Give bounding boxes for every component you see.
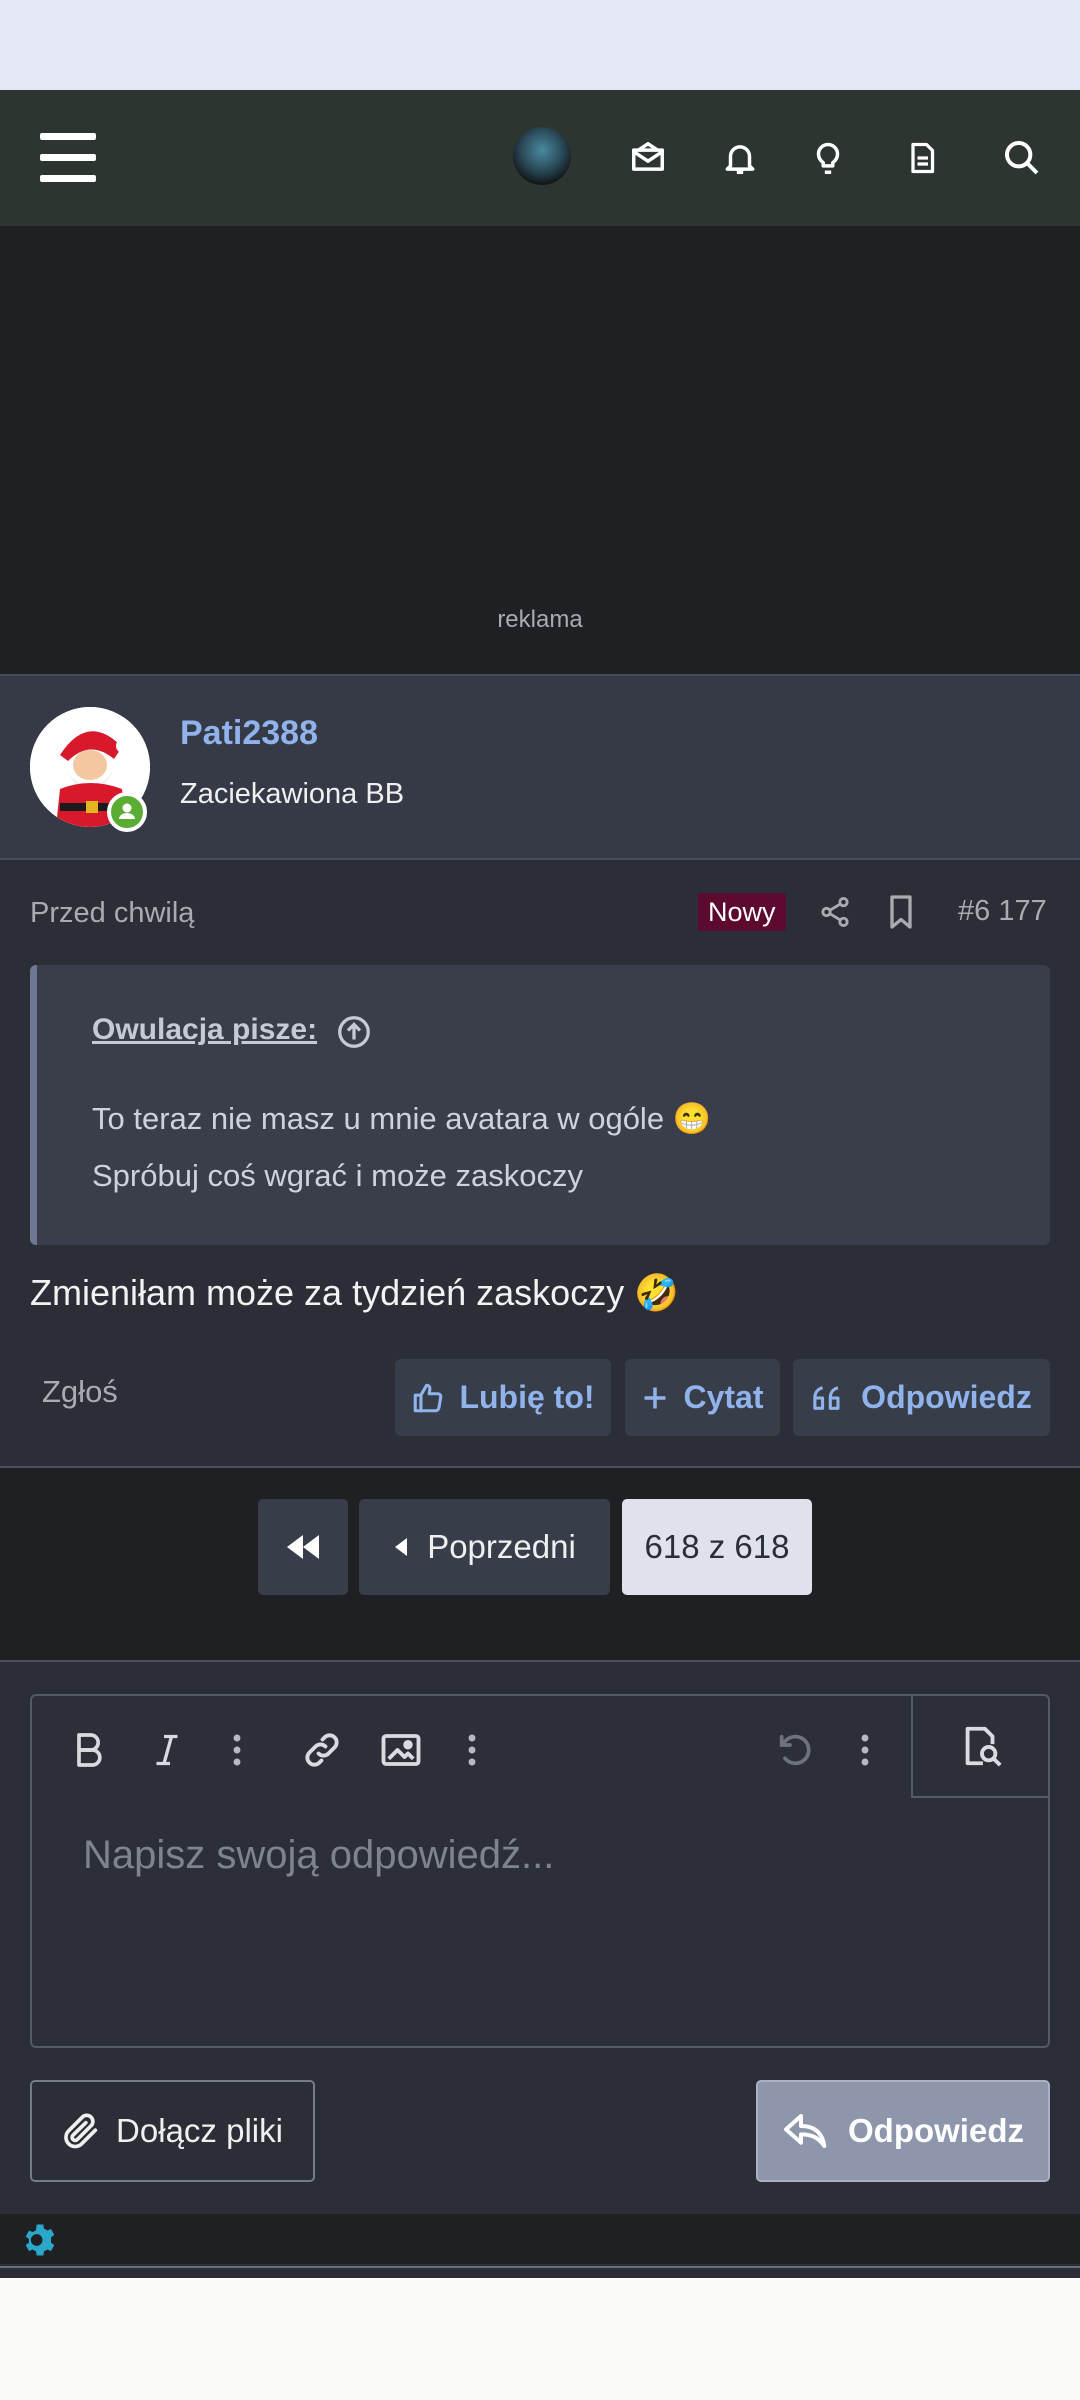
thumbs-up-icon	[414, 1383, 443, 1412]
reply-input-placeholder[interactable]: Napisz swoją odpowiedź...	[83, 1833, 554, 1878]
preview-icon	[965, 1726, 1002, 1767]
more-options-icon[interactable]	[840, 1720, 890, 1780]
bottom-area	[0, 2278, 1080, 2400]
more-options-icon[interactable]	[447, 1720, 497, 1780]
plus-icon	[644, 1387, 666, 1408]
image-icon[interactable]	[376, 1720, 426, 1780]
undo-icon[interactable]	[770, 1720, 820, 1780]
page-indicator[interactable]: 618 z 618	[622, 1499, 812, 1595]
reply-post-label: Odpowiedz	[861, 1379, 1032, 1415]
quote-mark-icon	[813, 1385, 840, 1410]
post-user-header	[0, 676, 1080, 858]
report-link[interactable]: Zgłoś	[42, 1374, 118, 1410]
status-bar	[0, 0, 1080, 90]
like-button[interactable]: Lubię to!	[395, 1359, 611, 1436]
ad-label: reklama	[497, 606, 583, 633]
double-chevron-left-icon	[287, 1535, 319, 1559]
previous-page-button[interactable]: Poprzedni	[359, 1499, 610, 1595]
quote-button[interactable]: Cytat	[625, 1359, 780, 1436]
paperclip-icon	[64, 2113, 98, 2149]
like-label: Lubię to!	[459, 1379, 595, 1415]
quote-text-line: Spróbuj coś wgrać i może zaskoczy	[92, 1158, 584, 1193]
quote-author-link[interactable]: Owulacja pisze:	[92, 1013, 317, 1047]
quote-jump-icon[interactable]	[336, 1014, 372, 1055]
submit-reply-button[interactable]: Odpowiedz	[756, 2080, 1050, 2182]
previous-label: Poprzedni	[427, 1528, 576, 1565]
mail-icon[interactable]	[620, 130, 676, 186]
quote-label: Cytat	[683, 1379, 764, 1415]
lightbulb-icon[interactable]	[800, 130, 856, 186]
reply-post-button[interactable]: Odpowiedz	[793, 1359, 1050, 1436]
avatar[interactable]	[513, 127, 571, 185]
new-badge: Nowy	[698, 893, 786, 931]
menu-icon[interactable]	[40, 133, 96, 183]
reply-arrow-icon	[784, 2114, 827, 2148]
divider	[0, 2266, 1080, 2268]
first-page-button[interactable]	[258, 1499, 348, 1595]
preview-button[interactable]	[911, 1696, 1048, 1798]
gear-icon[interactable]	[20, 2220, 60, 2260]
online-status-icon	[107, 792, 147, 832]
bold-icon[interactable]	[64, 1720, 114, 1780]
bookmark-icon[interactable]	[886, 893, 916, 936]
share-icon[interactable]	[818, 893, 852, 936]
post-time[interactable]: Przed chwilą	[30, 897, 194, 930]
submit-reply-label: Odpowiedz	[848, 2112, 1024, 2149]
document-icon[interactable]	[894, 130, 950, 186]
more-options-icon[interactable]	[212, 1720, 262, 1780]
user-title: Zaciekawiona BB	[180, 778, 405, 810]
attach-files-button[interactable]: Dołącz pliki	[30, 2080, 315, 2182]
link-icon[interactable]	[297, 1720, 347, 1780]
search-icon[interactable]	[994, 130, 1050, 186]
post-number[interactable]: #6 177	[958, 895, 1047, 928]
quote-text-line: To teraz nie masz u mnie avatara w ogóle…	[92, 1101, 712, 1136]
post-message: Zmieniłam może za tydzień zaskoczy 🤣	[30, 1272, 680, 1313]
bell-icon[interactable]	[712, 130, 768, 186]
username-link[interactable]: Pati2388	[180, 714, 318, 753]
italic-icon[interactable]	[142, 1720, 192, 1780]
caret-left-icon	[395, 1538, 408, 1556]
footer-bar	[0, 2214, 1080, 2264]
attach-label: Dołącz pliki	[116, 2112, 283, 2149]
